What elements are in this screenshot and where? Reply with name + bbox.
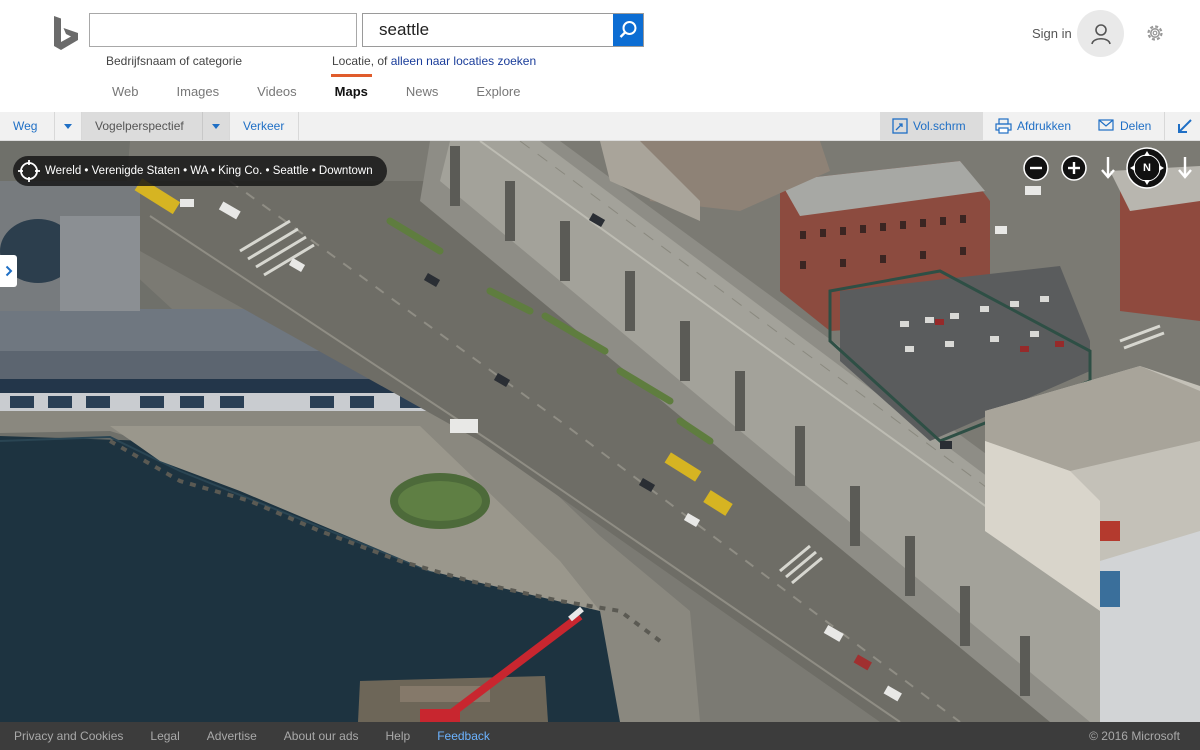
collapse-map-button[interactable] bbox=[1164, 112, 1200, 140]
map-canvas[interactable]: Wereld • Verenigde Staten • WA • King Co… bbox=[0, 141, 1200, 722]
bing-logo[interactable] bbox=[52, 16, 80, 52]
birdseye-view-dropdown[interactable] bbox=[202, 112, 229, 140]
print-button[interactable]: Afdrukken bbox=[983, 112, 1086, 140]
avatar[interactable] bbox=[1077, 10, 1124, 57]
fullscreen-label: Vol.schrm bbox=[913, 119, 966, 133]
locate-me-icon[interactable] bbox=[17, 159, 41, 183]
chevron-right-icon bbox=[5, 265, 12, 277]
fullscreen-button[interactable]: Vol.schrm bbox=[880, 112, 983, 140]
copyright: © 2016 Microsoft bbox=[1089, 729, 1180, 743]
scope-explore[interactable]: Explore bbox=[476, 84, 520, 99]
share-label: Delen bbox=[1120, 119, 1152, 133]
compass-button[interactable]: N bbox=[1126, 147, 1168, 189]
scope-maps[interactable]: Maps bbox=[330, 74, 373, 99]
what-hint: Bedrijfsnaam of categorie bbox=[106, 54, 243, 68]
scope-videos[interactable]: Videos bbox=[257, 84, 297, 99]
what-search-input[interactable] bbox=[90, 14, 356, 46]
traffic-button[interactable]: Verkeer bbox=[229, 112, 299, 140]
map-toolbar: Weg Vogelperspectief Verkeer Vol.schrm A… bbox=[0, 112, 1200, 141]
road-view-dropdown[interactable] bbox=[55, 112, 82, 140]
search-button[interactable] bbox=[613, 14, 643, 46]
footer-link-help[interactable]: Help bbox=[386, 729, 411, 743]
header: Bedrijfsnaam of categorie Locatie, of al… bbox=[0, 0, 1200, 112]
footer-link-advertise[interactable]: Advertise bbox=[207, 729, 257, 743]
footer-link-about-ads[interactable]: About our ads bbox=[284, 729, 359, 743]
scope-web[interactable]: Web bbox=[112, 84, 139, 99]
footer: Privacy and Cookies Legal Advertise Abou… bbox=[0, 722, 1200, 750]
footer-link-legal[interactable]: Legal bbox=[150, 729, 179, 743]
gear-icon[interactable] bbox=[1145, 23, 1165, 43]
birdseye-view-button[interactable]: Vogelperspectief bbox=[82, 112, 202, 140]
where-hint: Locatie, of alleen naar locaties zoeken bbox=[332, 54, 536, 68]
where-search-input[interactable] bbox=[363, 14, 613, 46]
footer-links: Privacy and Cookies Legal Advertise Abou… bbox=[14, 722, 517, 750]
footer-link-privacy[interactable]: Privacy and Cookies bbox=[14, 729, 123, 743]
share-button[interactable]: Delen bbox=[1086, 112, 1164, 140]
breadcrumb-text[interactable]: Wereld • Verenigde Staten • WA • King Co… bbox=[45, 165, 373, 177]
zoom-out-button[interactable] bbox=[1023, 155, 1049, 181]
sign-in-link[interactable]: Sign in bbox=[1032, 26, 1072, 41]
locations-only-link[interactable]: alleen naar locaties zoeken bbox=[391, 54, 536, 68]
scope-images[interactable]: Images bbox=[177, 84, 220, 99]
footer-link-feedback[interactable]: Feedback bbox=[437, 729, 490, 743]
compass-north-label: N bbox=[1143, 162, 1151, 174]
where-hint-prefix: Locatie, of bbox=[332, 54, 391, 68]
mail-icon bbox=[1098, 119, 1114, 131]
chevron-down-icon bbox=[64, 124, 72, 129]
where-search-box[interactable] bbox=[362, 13, 644, 47]
user-icon bbox=[1090, 23, 1111, 44]
scope-tabs: Web Images Videos Maps News Explore bbox=[112, 74, 558, 99]
side-panel-toggle[interactable] bbox=[0, 255, 17, 287]
print-label: Afdrukken bbox=[1017, 119, 1072, 133]
search-icon bbox=[619, 21, 637, 38]
zoom-in-button[interactable] bbox=[1061, 155, 1087, 181]
location-breadcrumb[interactable]: Wereld • Verenigde Staten • WA • King Co… bbox=[13, 156, 387, 186]
what-search-box[interactable] bbox=[89, 13, 357, 47]
road-view-button[interactable]: Weg bbox=[0, 112, 55, 140]
scope-news[interactable]: News bbox=[406, 84, 439, 99]
collapse-arrow-icon bbox=[1178, 119, 1192, 133]
aerial-imagery[interactable] bbox=[0, 141, 1200, 722]
rotate-right-icon[interactable] bbox=[1175, 154, 1195, 182]
fullscreen-icon bbox=[892, 118, 908, 134]
printer-icon bbox=[995, 118, 1012, 134]
rotate-left-icon[interactable] bbox=[1098, 154, 1118, 182]
chevron-down-icon bbox=[212, 124, 220, 129]
